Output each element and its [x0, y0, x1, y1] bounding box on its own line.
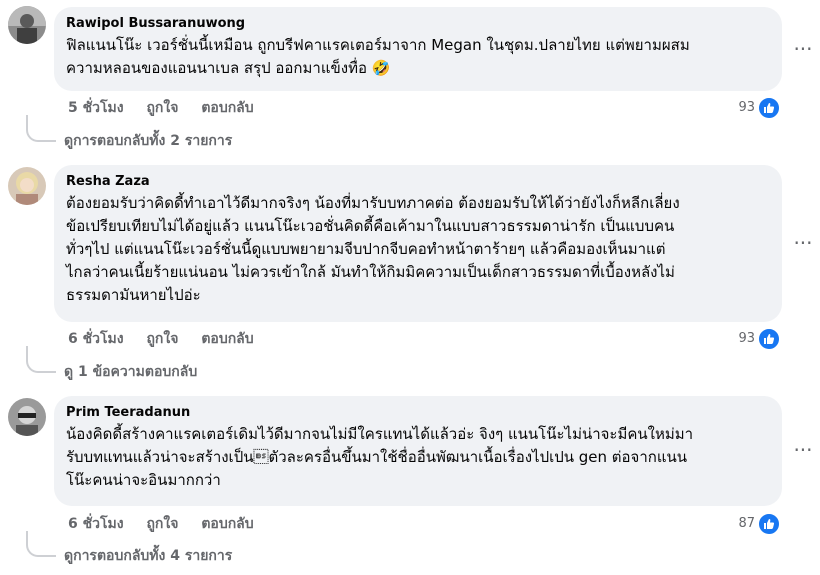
- comment-time[interactable]: 6 ชั่วโมง: [68, 331, 124, 347]
- more-options-icon[interactable]: ···: [792, 39, 814, 59]
- comment-author[interactable]: Prim Teeradanun: [66, 404, 770, 421]
- comment-bubble: Rawipol Bussaranuwong ฟิลแนนโน๊ะ เวอร์ชั…: [54, 7, 782, 91]
- avatar[interactable]: [8, 398, 46, 436]
- comment-author[interactable]: Rawipol Bussaranuwong: [66, 15, 770, 32]
- reaction-count: 93: [738, 100, 755, 115]
- like-button[interactable]: ถูกใจ: [146, 100, 178, 116]
- avatar[interactable]: [8, 167, 46, 205]
- reply-thread-line: [26, 346, 56, 373]
- comment-actions: 6 ชั่วโมง ถูกใจ ตอบกลับ: [68, 514, 272, 534]
- more-options-icon[interactable]: ···: [792, 440, 814, 460]
- comment-bubble: Resha Zaza ต้องยอมรับว่าคิดดี้ทำเอาไว้ดี…: [54, 165, 782, 322]
- reply-thread-line: [26, 115, 56, 142]
- reaction-summary[interactable]: 93: [738, 97, 780, 119]
- like-reaction-icon: [758, 328, 780, 350]
- avatar-image: [8, 167, 46, 205]
- comment-time[interactable]: 6 ชั่วโมง: [68, 516, 124, 532]
- reply-thread-line: [26, 531, 56, 557]
- like-button[interactable]: ถูกใจ: [146, 516, 178, 532]
- comment-actions: 5 ชั่วโมง ถูกใจ ตอบกลับ: [68, 98, 272, 118]
- comment-text: น้องคิดดี้สร้างคาแรคเตอร์เดิมไว้ดีมากจนไ…: [66, 425, 694, 489]
- reaction-summary[interactable]: 87: [738, 513, 780, 535]
- like-button[interactable]: ถูกใจ: [146, 331, 178, 347]
- comment-text: ฟิลแนนโน๊ะ เวอร์ชั่นนี้เหมือน ถูกบรีฟคาแ…: [66, 36, 690, 77]
- view-replies-link[interactable]: ดูการตอบกลับทั้ง 2 รายการ: [64, 131, 232, 151]
- view-replies-link[interactable]: ดูการตอบกลับทั้ง 4 รายการ: [64, 546, 232, 566]
- comment-text: ต้องยอมรับว่าคิดดี้ทำเอาไว้ดีมากจริงๆ น้…: [66, 194, 680, 304]
- avatar[interactable]: [8, 6, 46, 44]
- comment-time[interactable]: 5 ชั่วโมง: [68, 100, 124, 116]
- avatar-image: [8, 6, 46, 44]
- reply-button[interactable]: ตอบกลับ: [201, 331, 253, 347]
- like-reaction-icon: [758, 513, 780, 535]
- view-replies-link[interactable]: ดู 1 ข้อความตอบกลับ: [64, 362, 197, 382]
- comment-author[interactable]: Resha Zaza: [66, 173, 770, 190]
- reply-button[interactable]: ตอบกลับ: [201, 516, 253, 532]
- reaction-count: 93: [738, 331, 755, 346]
- reply-button[interactable]: ตอบกลับ: [201, 100, 253, 116]
- reaction-count: 87: [738, 516, 755, 531]
- avatar-image: [8, 398, 46, 436]
- comment-bubble: Prim Teeradanun น้องคิดดี้สร้างคาแรคเตอร…: [54, 396, 782, 506]
- comment-actions: 6 ชั่วโมง ถูกใจ ตอบกลับ: [68, 329, 272, 349]
- more-options-icon[interactable]: ···: [792, 233, 814, 253]
- like-reaction-icon: [758, 97, 780, 119]
- reaction-summary[interactable]: 93: [738, 328, 780, 350]
